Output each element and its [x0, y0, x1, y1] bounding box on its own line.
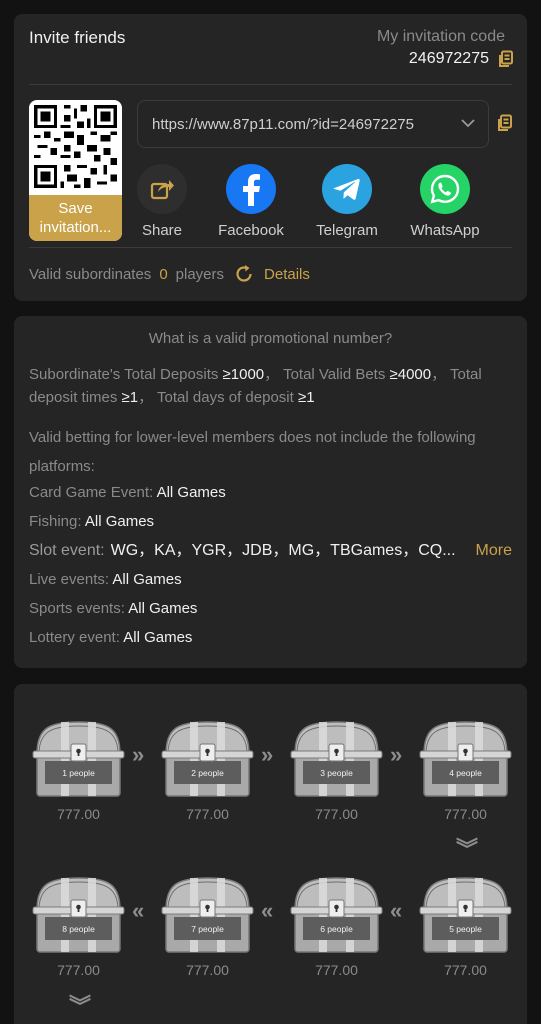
event-value: All Games: [128, 600, 198, 617]
more-link[interactable]: More: [476, 539, 512, 562]
chest-amount: 777.00: [315, 806, 358, 822]
telegram-button[interactable]: Telegram: [302, 164, 392, 239]
details-link[interactable]: Details: [264, 266, 310, 283]
facebook-label: Facebook: [218, 222, 284, 239]
valid-subordinates-row: Valid subordinates 0 players Details: [29, 264, 310, 284]
svg-text:4 people: 4 people: [449, 768, 482, 778]
promotion-title: What is a valid promotional number?: [148, 330, 393, 347]
invitation-code-label: My invitation code: [376, 28, 505, 45]
chevron-right-icon: »: [132, 742, 145, 767]
chest-amount: 777.00: [57, 806, 100, 822]
facebook-icon: [226, 164, 276, 214]
event-label: Live events:: [29, 571, 110, 588]
treasure-chest-icon[interactable]: 4 people: [418, 718, 513, 800]
event-label: Fishing:: [29, 513, 82, 530]
chevron-left-icon: «: [132, 898, 145, 923]
deposits-label: Subordinate's Total Deposits: [29, 366, 219, 383]
telegram-label: Telegram: [316, 222, 378, 239]
treasure-chest-icon[interactable]: 8 people: [31, 874, 126, 956]
treasure-chest-icon[interactable]: 1 people: [31, 718, 126, 800]
deposit-times-value: ≥1: [121, 389, 139, 406]
svg-text:7 people: 7 people: [191, 924, 224, 934]
telegram-icon: [322, 164, 372, 214]
whatsapp-button[interactable]: WhatsApp: [400, 164, 490, 239]
chevron-left-icon: «: [261, 898, 274, 923]
whatsapp-icon: [420, 164, 470, 214]
chevron-down-icon: ︾: [69, 994, 92, 1019]
svg-text:3 people: 3 people: [320, 768, 353, 778]
treasure-chest-icon[interactable]: 5 people: [418, 874, 513, 956]
invite-card: Invite friends My invitation code 246972…: [14, 14, 527, 301]
event-value: WG，KA，YGR，JDB，MG，TBGames，CQ...: [110, 542, 456, 559]
facebook-button[interactable]: Facebook: [206, 164, 296, 239]
treasure-chest-icon[interactable]: 2 people: [160, 718, 255, 800]
event-value: All Games: [123, 629, 193, 646]
event-label: Sports events:: [29, 600, 125, 617]
invitation-code-row: 246972275: [409, 50, 515, 68]
bets-label: Total Valid Bets: [283, 366, 386, 383]
event-label: Lottery event:: [29, 629, 120, 646]
svg-text:8 people: 8 people: [62, 924, 95, 934]
chest-amount: 777.00: [186, 962, 229, 978]
whatsapp-label: WhatsApp: [410, 222, 480, 239]
copy-code-icon[interactable]: [497, 50, 515, 68]
treasure-chest-icon[interactable]: 3 people: [289, 718, 384, 800]
divider: [29, 247, 512, 248]
event-row-fishing: Fishing: All Games: [29, 510, 512, 533]
chevron-down-icon[interactable]: [448, 115, 488, 133]
chest-amount: 777.00: [315, 962, 358, 978]
invitation-link-field[interactable]: https://www.87p11.com/?id=246972275: [137, 100, 489, 148]
event-row-card-game: Card Game Event: All Games: [29, 481, 512, 504]
event-row-sports: Sports events: All Games: [29, 597, 512, 620]
divider: [29, 84, 512, 85]
event-row-live: Live events: All Games: [29, 568, 512, 591]
svg-text:1 people: 1 people: [62, 768, 95, 778]
chevron-down-icon: ︾: [456, 837, 479, 862]
share-label: Share: [141, 222, 183, 239]
share-button[interactable]: Share: [117, 164, 207, 239]
svg-text:6 people: 6 people: [320, 924, 353, 934]
exclusion-note: Valid betting for lower-level members do…: [29, 429, 476, 475]
svg-text:5 people: 5 people: [449, 924, 482, 934]
refresh-icon[interactable]: [234, 264, 254, 284]
deposits-value: ≥1000: [222, 366, 265, 383]
share-icon: [137, 164, 187, 214]
chest-amount: 777.00: [57, 962, 100, 978]
chevron-right-icon: »: [390, 742, 403, 767]
event-value: All Games: [84, 513, 155, 530]
qr-code-image: [34, 105, 117, 188]
event-row-lottery: Lottery event: All Games: [29, 626, 512, 649]
treasure-chest-icon[interactable]: 7 people: [160, 874, 255, 956]
chevron-right-icon: »: [261, 742, 274, 767]
qr-code-card: Save invitation...: [29, 100, 122, 241]
promotion-info-card: What is a valid promotional number? Subo…: [14, 316, 527, 668]
bets-value: ≥4000: [389, 366, 432, 383]
chest-amount: 777.00: [444, 962, 487, 978]
copy-link-icon[interactable]: [496, 114, 514, 137]
chest-amount: 777.00: [186, 806, 229, 822]
valid-subordinates-unit: players: [175, 265, 225, 283]
valid-subordinates-count: 0: [159, 265, 168, 283]
valid-subordinates-label: Valid subordinates: [29, 265, 152, 283]
invitation-code-value: 246972275: [408, 50, 489, 67]
event-label: Card Game Event:: [29, 484, 154, 501]
invitation-link-text: https://www.87p11.com/?id=246972275: [152, 115, 414, 133]
treasure-chest-icon[interactable]: 6 people: [289, 874, 384, 956]
chevron-left-icon: «: [390, 898, 403, 923]
event-value: All Games: [112, 571, 182, 588]
event-row-slot: Slot event: WG，KA，YGR，JDB，MG，TBGames，CQ.…: [29, 539, 512, 562]
event-value: All Games: [156, 484, 226, 501]
deposit-days-label: Total days of deposit: [157, 389, 294, 406]
chest-amount: 777.00: [444, 806, 487, 822]
svg-text:2 people: 2 people: [191, 768, 224, 778]
invite-title: Invite friends: [29, 28, 126, 47]
event-label: Slot event:: [29, 542, 105, 559]
promotion-conditions: Subordinate's Total Deposits ≥1000， Tota…: [29, 366, 482, 406]
save-invitation-button[interactable]: Save invitation...: [29, 195, 122, 241]
deposit-days-value: ≥1: [297, 389, 315, 406]
rewards-card: 1 people 777.00 2 people 777.00 3 people 777.…: [14, 684, 527, 1024]
